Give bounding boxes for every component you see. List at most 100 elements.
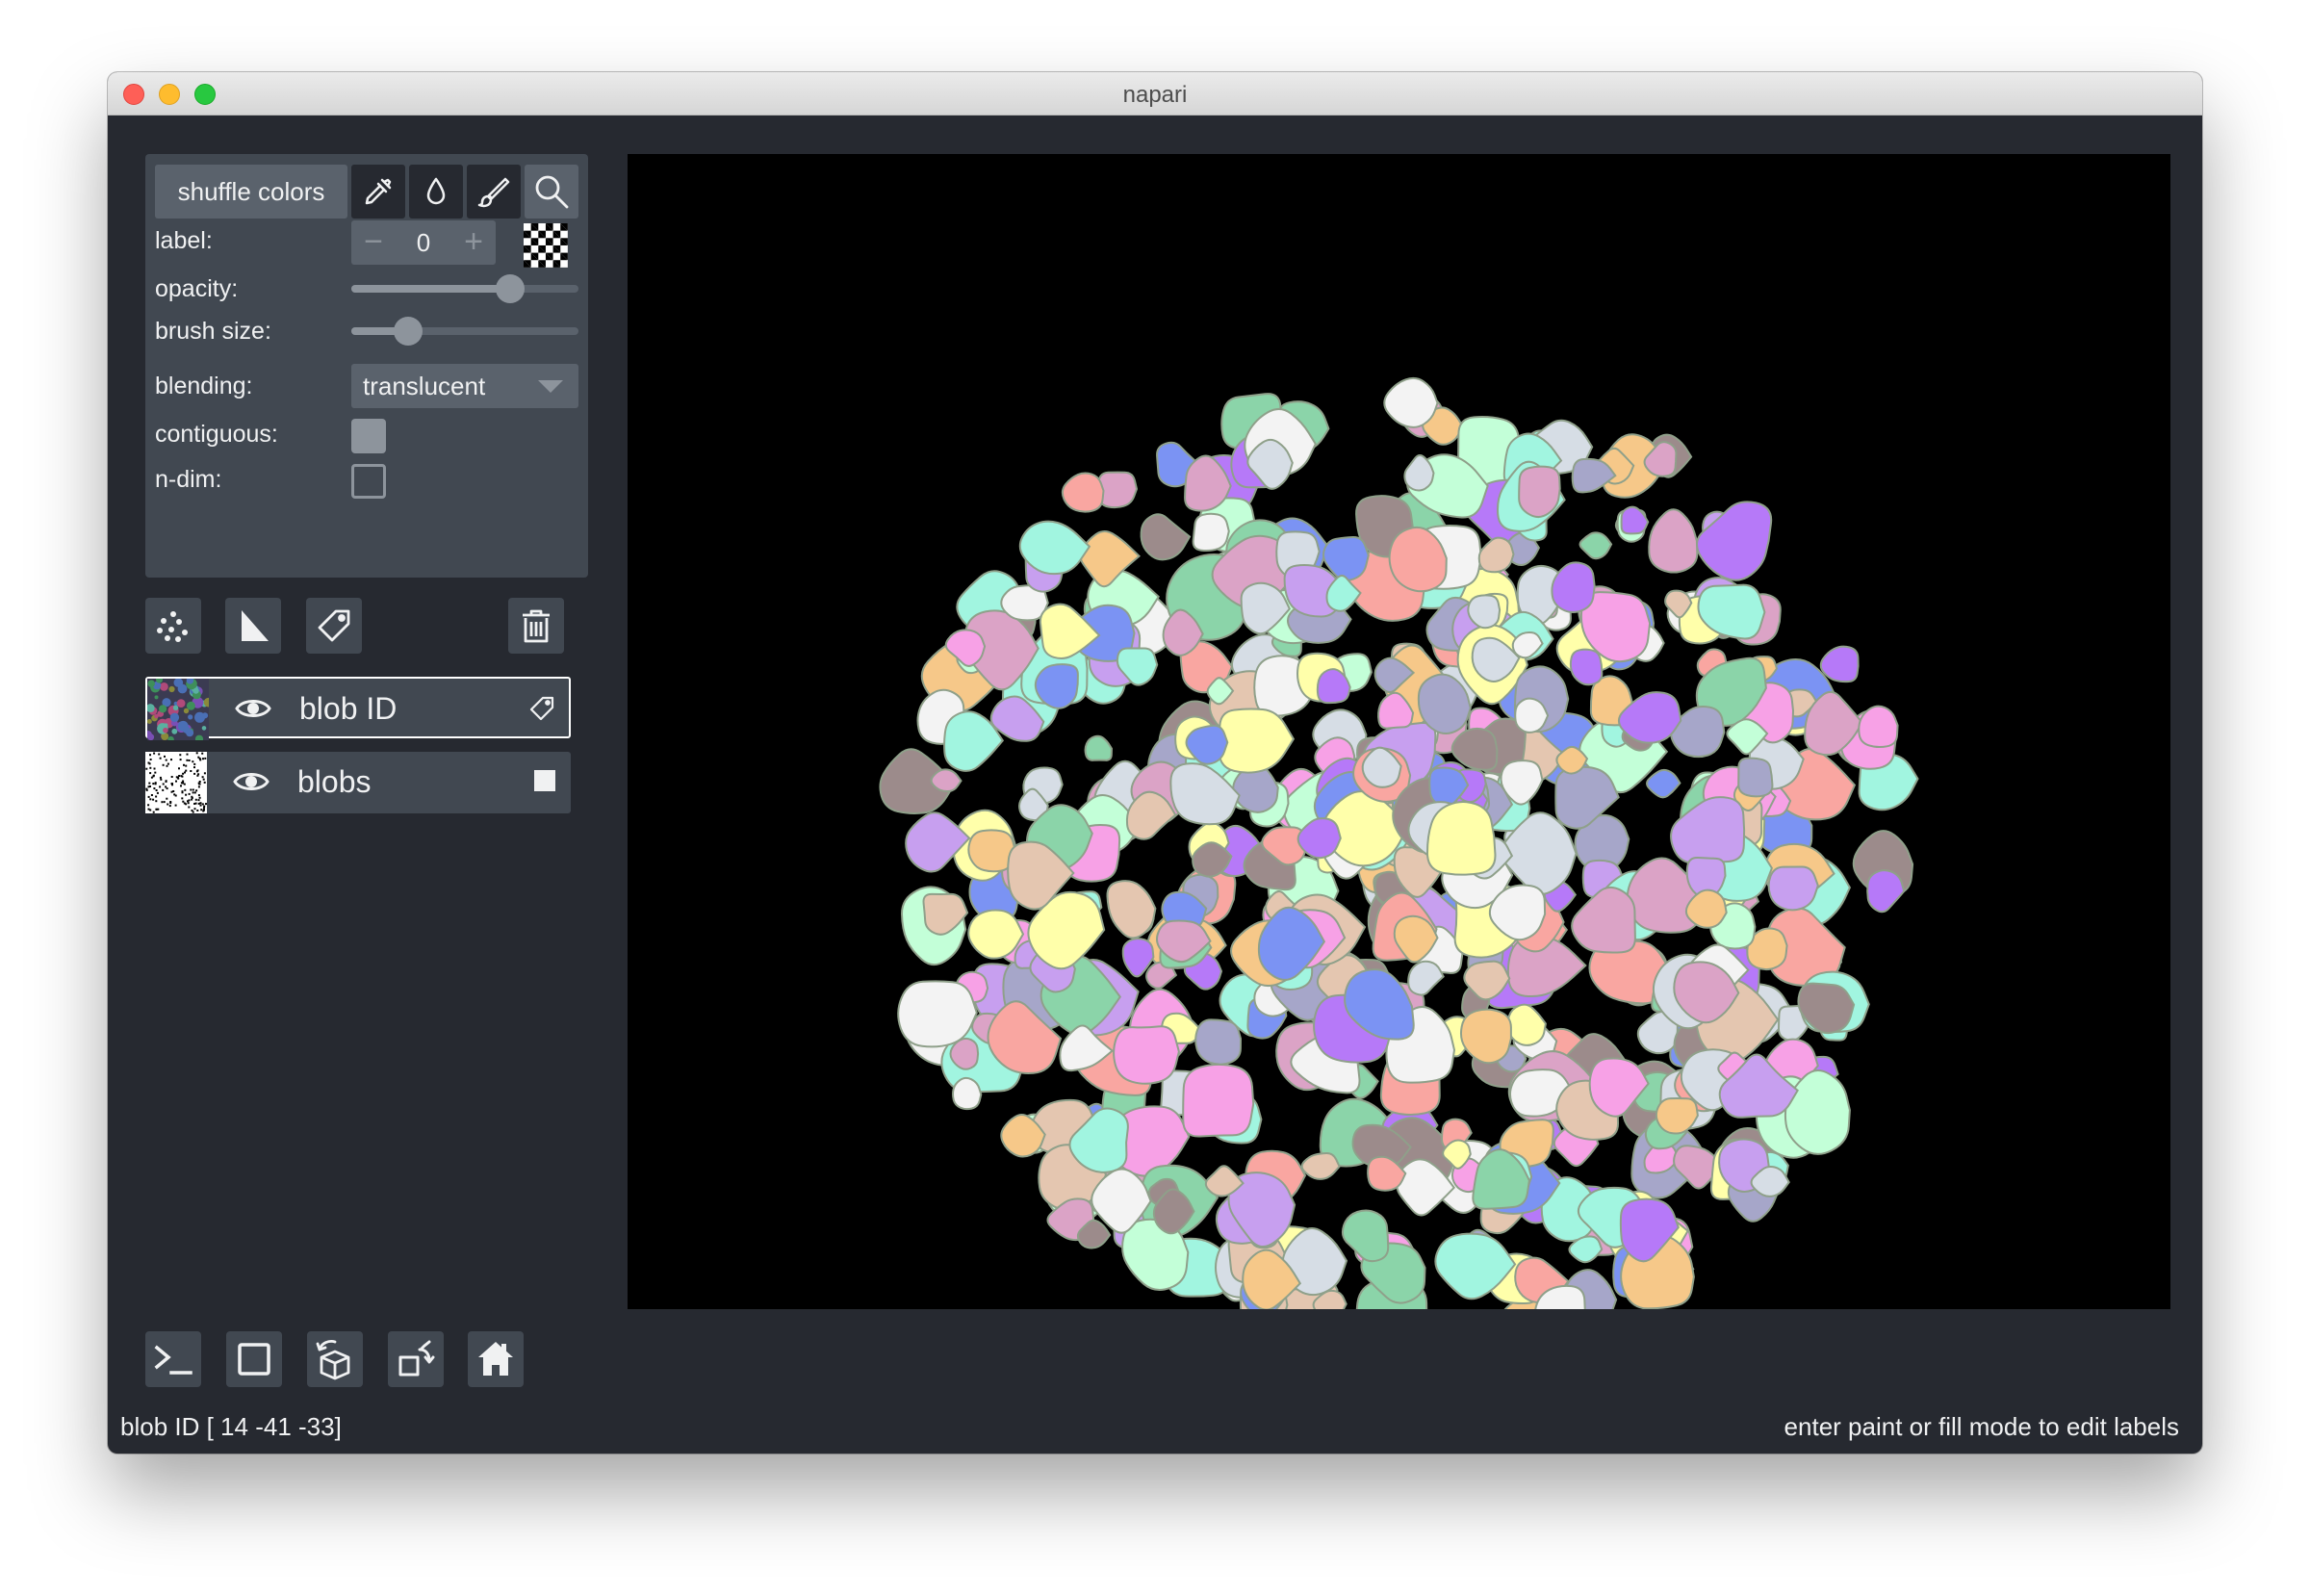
roll-dims-icon xyxy=(316,1340,350,1380)
label-blob xyxy=(1383,376,1439,428)
brush-size-slider[interactable] xyxy=(351,314,578,348)
label-blob xyxy=(1620,505,1650,535)
paint-tool-button[interactable] xyxy=(467,165,521,219)
label-blob xyxy=(930,768,962,792)
eye-icon[interactable] xyxy=(233,769,270,794)
napari-window: napari shuffle colors label: − 0 + opaci… xyxy=(108,72,2202,1454)
transpose-icon xyxy=(398,1340,435,1377)
label-blob xyxy=(1578,531,1613,560)
label-blob xyxy=(1695,501,1773,581)
console-icon xyxy=(154,1345,192,1375)
paint-icon xyxy=(477,177,510,208)
label-blob xyxy=(1061,472,1105,513)
new-shapes-layer-button[interactable] xyxy=(225,598,281,654)
labels-image xyxy=(879,376,1919,1309)
label-tag-icon xyxy=(529,696,554,721)
zoom-tool-button[interactable] xyxy=(525,165,578,219)
ndisplay-toggle-button[interactable] xyxy=(226,1331,282,1387)
opacity-slider-handle[interactable] xyxy=(496,274,526,303)
label-blob xyxy=(1300,1151,1341,1180)
brush-size-slider-handle[interactable] xyxy=(394,317,423,346)
new-points-icon xyxy=(157,611,188,642)
delete-layer-button[interactable] xyxy=(508,598,564,654)
new-points-layer-button[interactable] xyxy=(145,598,201,654)
status-coordinates: blob ID [ 14 -41 -33] xyxy=(120,1412,342,1441)
label-blob xyxy=(1459,1008,1512,1065)
opacity-slider[interactable] xyxy=(351,271,578,306)
blending-dropdown[interactable]: translucent xyxy=(351,364,578,408)
opacity-label: opacity: xyxy=(155,275,239,302)
brush-size-label: brush size: xyxy=(155,318,271,345)
new-shapes-icon xyxy=(242,610,269,641)
2d-3d-toggle-icon xyxy=(238,1343,270,1376)
viewer-canvas[interactable] xyxy=(628,154,2170,1309)
layer-item-blobs[interactable]: blobs xyxy=(145,752,571,813)
label-blob xyxy=(1182,1063,1255,1138)
n-dim-checkbox[interactable] xyxy=(351,464,386,499)
title-bar: napari xyxy=(108,72,2202,116)
layer-thumbnail xyxy=(145,752,207,813)
zoom-icon xyxy=(535,175,569,209)
chevron-down-icon xyxy=(538,380,563,393)
reset-view-button[interactable] xyxy=(468,1331,524,1387)
label-blob xyxy=(1866,869,1906,914)
label-blob xyxy=(1569,648,1604,686)
label-blob xyxy=(1106,880,1157,940)
label-blob xyxy=(1194,1018,1243,1066)
label-blob xyxy=(1648,508,1699,574)
picker-tool-button[interactable] xyxy=(351,165,405,219)
picker-icon xyxy=(365,178,392,205)
label-blob xyxy=(1858,705,1899,749)
blending-value: translucent xyxy=(363,372,486,400)
layer-thumbnail xyxy=(147,679,209,740)
label-blob xyxy=(1341,1209,1390,1263)
label-blob xyxy=(1192,512,1230,553)
fill-icon xyxy=(426,177,446,205)
status-help-text: enter paint or fill mode to edit labels xyxy=(1784,1412,2179,1441)
label-blob xyxy=(1018,520,1091,576)
contiguous-checkbox[interactable] xyxy=(351,419,386,453)
label-blob xyxy=(952,1076,983,1111)
label-blob xyxy=(1425,801,1497,876)
label-blob xyxy=(1084,734,1114,761)
label-blob xyxy=(1819,645,1860,683)
eye-icon[interactable] xyxy=(235,696,271,721)
blending-label: blending: xyxy=(155,373,253,399)
fill-tool-button[interactable] xyxy=(409,165,463,219)
label-value[interactable]: 0 xyxy=(396,220,451,265)
new-labels-icon xyxy=(318,609,350,642)
label-blob xyxy=(1518,465,1561,519)
delete-icon xyxy=(523,609,550,643)
label-blob xyxy=(1646,768,1681,799)
opacity-slider-fill xyxy=(351,285,511,293)
label-blob xyxy=(1506,1003,1547,1046)
label-blob xyxy=(1218,708,1296,774)
decrement-label-button[interactable]: − xyxy=(351,220,396,265)
label-color-swatch xyxy=(524,223,568,268)
n-dim-label: n-dim: xyxy=(155,466,222,493)
window-title: napari xyxy=(1122,82,1188,108)
shuffle-colors-button[interactable]: shuffle colors xyxy=(155,165,347,219)
contiguous-label: contiguous: xyxy=(155,421,278,448)
roll-dimensions-button[interactable] xyxy=(307,1331,363,1387)
label-blob xyxy=(1767,865,1819,912)
label-blob xyxy=(1477,536,1515,574)
label-blob xyxy=(1407,960,1445,996)
increment-label-button[interactable]: + xyxy=(451,220,496,265)
new-labels-layer-button[interactable] xyxy=(306,598,362,654)
label-label: label: xyxy=(155,227,213,254)
image-square-icon xyxy=(534,770,555,791)
layer-item-blob-id[interactable]: blob ID xyxy=(145,677,571,740)
label-blob xyxy=(1551,561,1596,614)
home-icon xyxy=(478,1342,513,1376)
layer-name[interactable]: blobs xyxy=(297,752,372,811)
label-blob xyxy=(1737,757,1774,798)
label-blob xyxy=(1140,513,1192,561)
layer-controls-panel: shuffle colors label: − 0 + opacity: bru… xyxy=(145,154,588,578)
label-spinbox[interactable]: − 0 + xyxy=(351,220,496,265)
transpose-dimensions-button[interactable] xyxy=(388,1331,444,1387)
label-blob xyxy=(1113,1025,1180,1085)
console-button[interactable] xyxy=(145,1331,201,1387)
label-blob xyxy=(1571,886,1636,954)
layer-name[interactable]: blob ID xyxy=(299,679,397,738)
